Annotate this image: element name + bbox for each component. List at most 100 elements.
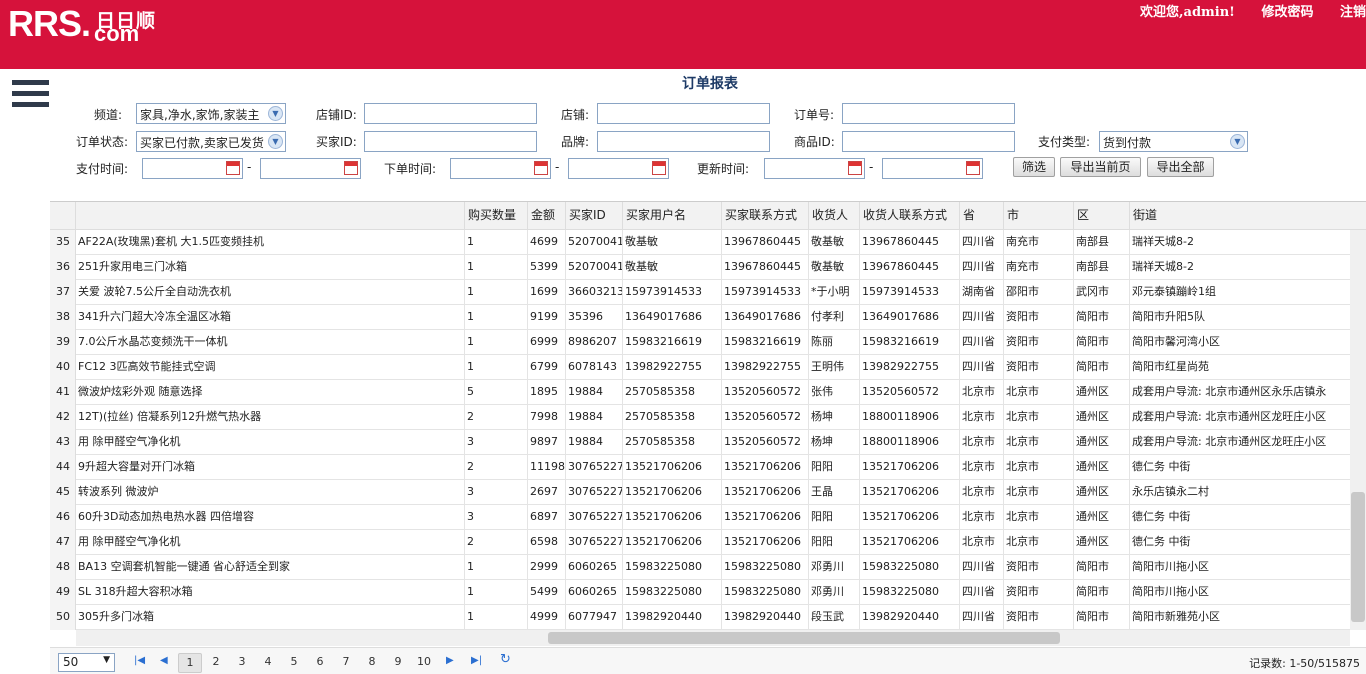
column-header[interactable]: 街道 [1130,202,1366,230]
rrs-logo[interactable]: RRS. 日日顺 com [8,4,155,45]
calendar-icon[interactable] [226,161,240,175]
prev-page-icon[interactable]: ◀ [160,655,168,666]
column-header[interactable]: 金额 [528,202,566,230]
column-header[interactable]: 买家ID [566,202,623,230]
change-password-link[interactable]: 修改密码 [1261,5,1313,20]
table-row[interactable]: 36 251升家用电三门冰箱 1 5399 52070041 敬基敏 13967860445… [50,255,1366,280]
calendar-icon[interactable] [344,161,358,175]
calendar-icon[interactable] [966,161,980,175]
chevron-down-icon: ▼ [268,106,283,121]
column-header[interactable]: 收货人联系方式 [860,202,960,230]
table-cell: 6897 [528,505,566,530]
page-number-button[interactable]: 2 [204,653,228,673]
table-cell: 5499 [528,580,566,605]
table-cell: 30765227 [566,455,623,480]
order-no-input[interactable] [842,103,1015,124]
table-cell: 2697 [528,480,566,505]
table-row[interactable]: 45 转波系列 微波炉 3 2697 30765227 13521706206 13521… [50,480,1366,505]
table-row[interactable]: 50 305升多门冰箱 1 4999 6077947 13982920440 1398292… [50,605,1366,630]
vertical-scroll-thumb[interactable] [1351,492,1365,622]
table-cell: 邓勇川 [809,555,860,580]
table-row[interactable]: 40 FC12 3匹高效节能挂式空调 1 6799 6078143 13982922755… [50,355,1366,380]
column-header[interactable]: 省 [960,202,1004,230]
product-id-input[interactable] [842,131,1015,152]
logout-link[interactable]: 注销 [1340,5,1366,20]
last-page-icon[interactable]: ▶| [471,655,482,666]
calendar-icon[interactable] [652,161,666,175]
table-cell: 用 除甲醛空气净化机 [76,530,465,555]
column-header[interactable]: 市 [1004,202,1074,230]
table-cell: 通州区 [1074,430,1130,455]
table-cell: 阳阳 [809,530,860,555]
table-cell: 13521706206 [722,455,809,480]
brand-input[interactable] [597,131,770,152]
page-number-button[interactable]: 9 [386,653,410,673]
column-header[interactable]: 收货人 [809,202,860,230]
export-all-button[interactable]: 导出全部 [1147,157,1214,177]
column-header[interactable]: 买家用户名 [623,202,722,230]
buyer-id-input[interactable] [364,131,537,152]
table-row[interactable]: 41 微波炉炫彩外观 随意选择 5 1895 19884 2570585358 135205… [50,380,1366,405]
horizontal-scroll-thumb[interactable] [548,632,1060,644]
order-time-start-input[interactable] [450,158,551,179]
table-row[interactable]: 47 用 除甲醛空气净化机 2 6598 30765227 13521706206 1352… [50,530,1366,555]
shop-id-label: 店铺ID: [316,108,357,122]
order-time-end-input[interactable] [568,158,669,179]
table-cell: 微波炉炫彩外观 随意选择 [76,380,465,405]
table-cell: 简阳市 [1074,580,1130,605]
page-number-button[interactable]: 5 [282,653,306,673]
column-header[interactable]: 购买数量 [465,202,528,230]
channel-select[interactable]: 家具,净水,家饰,家装主 ▼ [136,103,286,124]
table-row[interactable]: 48 BA13 空调套机智能一键通 省心舒适全到家 1 2999 6060265 1598… [50,555,1366,580]
page-number-button[interactable]: 7 [334,653,358,673]
brand-label: 品牌: [561,135,590,149]
calendar-icon[interactable] [534,161,548,175]
pay-time-end-input[interactable] [260,158,361,179]
table-row[interactable]: 38 341升六门超大冷冻全温区冰箱 1 9199 35396 13649017686 13… [50,305,1366,330]
update-time-end-input[interactable] [882,158,983,179]
page-number-button[interactable]: 8 [360,653,384,673]
pay-time-start-input[interactable] [142,158,243,179]
export-current-page-button[interactable]: 导出当前页 [1060,157,1141,177]
table-row[interactable]: 43 用 除甲醛空气净化机 3 9897 19884 2570585358 13520560… [50,430,1366,455]
next-page-icon[interactable]: ▶ [446,655,454,666]
column-header[interactable] [76,202,465,230]
table-row[interactable]: 44 9升超大容量对开门冰箱 2 11198 30765227 13521706206 13… [50,455,1366,480]
table-cell: 7.0公斤水晶芯变频洗干一体机 [76,330,465,355]
order-status-select[interactable]: 买家已付款,卖家已发货 ▼ [136,131,286,152]
refresh-icon[interactable]: ↻ [500,652,511,667]
table-row[interactable]: 42 12T)(拉丝) 倍凝系列12升燃气热水器 2 7998 19884 2570585… [50,405,1366,430]
column-header[interactable]: 买家联系方式 [722,202,809,230]
table-cell: 2570585358 [623,380,722,405]
page-size-select[interactable]: 50 ▼ [58,653,115,672]
column-header[interactable]: 区 [1074,202,1130,230]
table-cell: 1 [465,230,528,255]
calendar-icon[interactable] [848,161,862,175]
table-cell: 6999 [528,330,566,355]
filter-button[interactable]: 筛选 [1013,157,1055,177]
row-number: 45 [50,480,76,505]
page-number-button[interactable]: 1 [178,653,202,673]
table-row[interactable]: 46 60升3D动态加热电热水器 四倍增容 3 6897 30765227 1352170… [50,505,1366,530]
table-row[interactable]: 37 关爱 波轮7.5公斤全自动洗衣机 1 1699 36603213 159739145… [50,280,1366,305]
page-number-button[interactable]: 3 [230,653,254,673]
shop-input[interactable] [597,103,770,124]
page-number-button[interactable]: 4 [256,653,280,673]
table-cell: 6060265 [566,555,623,580]
update-time-start-input[interactable] [764,158,865,179]
table-row[interactable]: 39 7.0公斤水晶芯变频洗干一体机 1 6999 8986207 1598321661… [50,330,1366,355]
table-cell: 简阳市川拖小区 [1130,580,1366,605]
order-table: 购买数量 金额 买家ID 买家用户名 买家联系方式 收货人 收货人联系方式省市区街道 35 A… [50,201,1366,646]
table-cell: 7998 [528,405,566,430]
table-cell: 13967860445 [722,230,809,255]
table-row[interactable]: 35 AF22A(玫瑰黑)套机 大1.5匹变频挂机 1 4699 52070041 敬基敏… [50,230,1366,255]
shop-id-input[interactable] [364,103,537,124]
table-cell: 北京市 [1004,480,1074,505]
table-cell: 13521706206 [722,530,809,555]
table-row[interactable]: 49 SL 318升超大容积冰箱 1 5499 6060265 15983225080 15… [50,580,1366,605]
table-cell: 通州区 [1074,405,1130,430]
page-number-button[interactable]: 6 [308,653,332,673]
first-page-icon[interactable]: |◀ [134,655,145,666]
pay-type-select[interactable]: 货到付款 ▼ [1099,131,1248,152]
page-number-button[interactable]: 10 [412,653,436,673]
